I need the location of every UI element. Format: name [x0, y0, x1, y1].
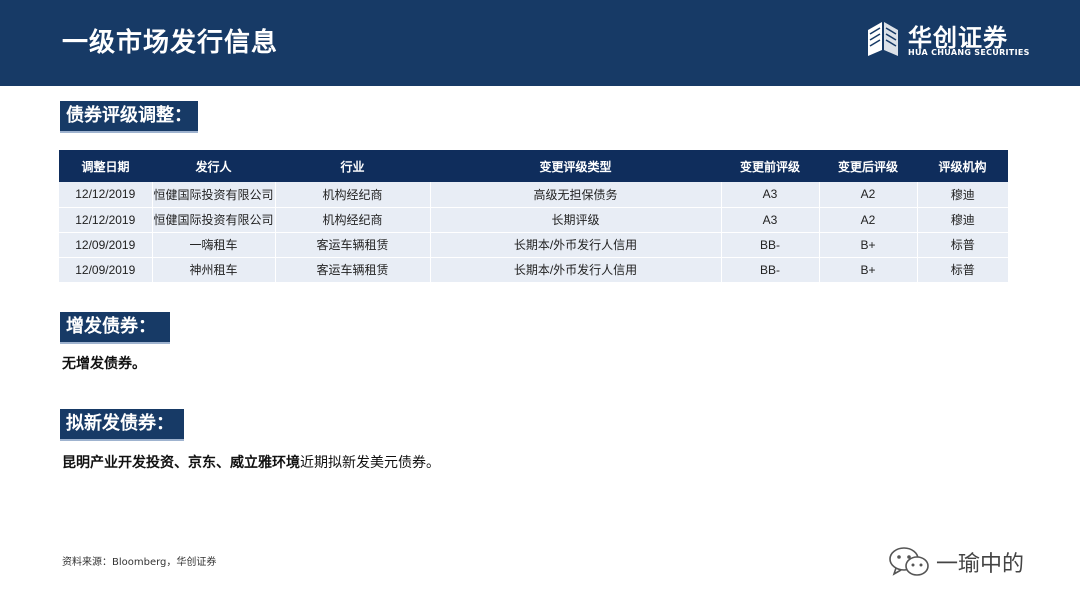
header-rating-type: 变更评级类型 — [430, 150, 721, 182]
cell-date: 12/12/2019 — [59, 182, 153, 208]
cell-rating-type: 长期本/外币发行人信用 — [430, 257, 722, 283]
cell-rating-type: 长期评级 — [430, 207, 722, 233]
header-bar: 一级市场发行信息 华创证券 HUA CHUANG SECURITIES — [0, 0, 1080, 86]
header-rating-after: 变更后评级 — [819, 150, 917, 182]
header-date: 调整日期 — [59, 150, 152, 182]
logo-english-name: HUA CHUANG SECURITIES — [908, 48, 1030, 57]
cell-rating-before: BB- — [721, 257, 820, 283]
cell-industry: 机构经纪商 — [275, 207, 431, 233]
cell-rating-before: A3 — [721, 207, 820, 233]
cell-date: 12/09/2019 — [59, 232, 153, 258]
header-rating-before: 变更前评级 — [721, 150, 819, 182]
cell-issuer: 恒健国际投资有限公司 — [152, 207, 276, 233]
planned-issuers: 昆明产业开发投资、京东、威立雅环境 — [62, 455, 300, 471]
header-issuer: 发行人 — [152, 150, 275, 182]
cell-date: 12/09/2019 — [59, 257, 153, 283]
cell-agency: 穆迪 — [917, 207, 1008, 233]
table-row: 12/09/2019 一嗨租车 客运车辆租赁 长期本/外币发行人信用 BB- B… — [59, 232, 1008, 258]
header-industry: 行业 — [275, 150, 430, 182]
planned-description: 近期拟新发美元债券。 — [300, 455, 440, 471]
cell-issuer: 恒健国际投资有限公司 — [152, 182, 276, 208]
watermark-text: 一瑜中的 — [936, 552, 1025, 577]
cell-rating-type: 长期本/外币发行人信用 — [430, 232, 722, 258]
table-row: 12/12/2019 恒健国际投资有限公司 机构经纪商 高级无担保债务 A3 A… — [59, 182, 1008, 208]
cell-industry: 机构经纪商 — [275, 182, 431, 208]
cell-rating-after: B+ — [819, 232, 918, 258]
cell-industry: 客运车辆租赁 — [275, 257, 431, 283]
section-new-issue: 增发债券： — [60, 312, 170, 344]
new-issue-text: 无增发债券。 — [62, 356, 146, 372]
page-title: 一级市场发行信息 — [62, 28, 279, 58]
cell-rating-after: B+ — [819, 257, 918, 283]
section-rating-adjustment: 债券评级调整： — [60, 101, 198, 133]
source-note: 资料来源：Bloomberg，华创证券 — [62, 557, 217, 568]
rating-table: 调整日期 发行人 行业 变更评级类型 变更前评级 变更后评级 评级机构 12/1… — [59, 150, 1008, 283]
cell-agency: 标普 — [917, 232, 1008, 258]
table-row: 12/09/2019 神州租车 客运车辆租赁 长期本/外币发行人信用 BB- B… — [59, 257, 1008, 283]
planned-issue-text: 昆明产业开发投资、京东、威立雅环境近期拟新发美元债券。 — [62, 452, 440, 472]
cell-rating-before: BB- — [721, 232, 820, 258]
header-agency: 评级机构 — [917, 150, 1008, 182]
cell-rating-type: 高级无担保债务 — [430, 182, 722, 208]
cell-rating-after: A2 — [819, 182, 918, 208]
table-header-row: 调整日期 发行人 行业 变更评级类型 变更前评级 变更后评级 评级机构 — [59, 150, 1008, 182]
cell-agency: 标普 — [917, 257, 1008, 283]
table-row: 12/12/2019 恒健国际投资有限公司 机构经纪商 长期评级 A3 A2 穆… — [59, 207, 1008, 233]
cell-issuer: 一嗨租车 — [152, 232, 276, 258]
cell-issuer: 神州租车 — [152, 257, 276, 283]
section-planned-issue: 拟新发债券： — [60, 409, 184, 441]
wechat-icon — [889, 547, 929, 576]
company-logo: 华创证券 HUA CHUANG SECURITIES — [864, 18, 1029, 62]
cell-rating-after: A2 — [819, 207, 918, 233]
logo-mark-icon — [868, 22, 898, 56]
cell-industry: 客运车辆租赁 — [275, 232, 431, 258]
cell-agency: 穆迪 — [917, 182, 1008, 208]
cell-date: 12/12/2019 — [59, 207, 153, 233]
cell-rating-before: A3 — [721, 182, 820, 208]
